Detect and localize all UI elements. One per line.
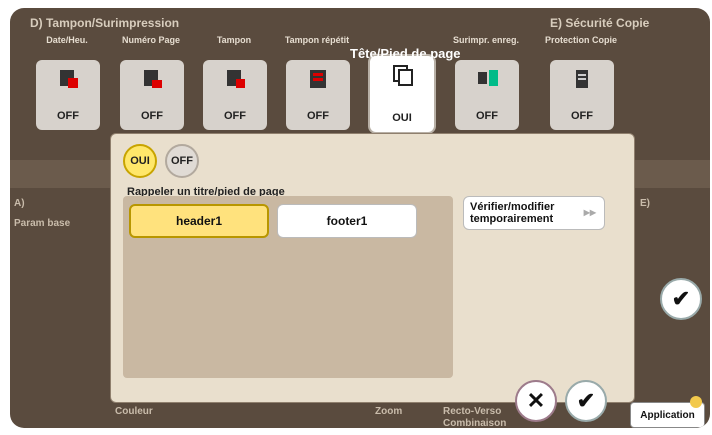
func-tete-pied-page[interactable]: OUI [362,26,440,138]
func-label: Tampon répétit [284,35,350,46]
func-protection-copie[interactable]: Protection Copie OFF [542,26,620,138]
copy-protect-icon [576,70,588,88]
func-card[interactable]: OFF [455,60,519,130]
func-label: Tampon [216,35,252,46]
recall-box: header1 footer1 [123,196,453,378]
group-e-short: E) [640,198,650,209]
stamp-date-icon [60,70,78,88]
screen: D) Tampon/Surimpression E) Sécurité Copi… [0,0,712,435]
func-numero-page[interactable]: Numéro Page OFF [112,26,190,138]
group-a-sub: Param base [14,218,71,229]
func-tampon-repetition[interactable]: Tampon répétit OFF [278,26,356,138]
func-card[interactable]: OFF [203,60,267,130]
header-footer-icon [393,65,413,86]
verify-label: Vérifier/modifier temporairement [470,201,555,226]
combinaison-label: Combinaison [443,418,507,428]
func-status: OFF [476,110,498,122]
verify-modify-button[interactable]: Vérifier/modifier temporairement ▶▶ [463,196,605,230]
overlay-icon [478,70,498,86]
func-card[interactable]: OFF [550,60,614,130]
zoom-label: Zoom [375,406,403,417]
header-footer-dialog: OUI OFF Rappeler un titre/pied de page h… [110,133,635,403]
footer1-button[interactable]: footer1 [277,204,417,238]
recto-label: Recto-Verso [443,406,502,417]
notification-dot-icon [690,396,702,408]
couleur-label: Couleur [115,406,153,417]
func-surimpr-enreg[interactable]: Surimpr. enreg. OFF [447,26,525,138]
group-a-label: A) [14,198,25,209]
func-label: Date/Heu. [46,35,88,46]
ok-button[interactable]: ✔ [565,380,607,422]
toggle-oui[interactable]: OUI [123,144,157,178]
func-card[interactable]: OFF [36,60,100,130]
confirm-bg-button[interactable]: ✔ [660,278,702,320]
func-status: OFF [571,110,593,122]
func-label: Numéro Page [121,35,181,46]
func-status: OFF [57,110,79,122]
page-number-icon [144,70,162,88]
double-chevron-right-icon: ▶▶ [583,208,596,217]
cancel-button[interactable]: ✕ [515,380,557,422]
toggle-off[interactable]: OFF [165,144,199,178]
header1-button[interactable]: header1 [129,204,269,238]
func-status: OFF [224,110,246,122]
func-status: OUI [392,112,412,124]
toggle-group: OUI OFF [123,144,199,182]
dialog-title: Tête/Pied de page [350,46,461,61]
func-status: OFF [307,110,329,122]
stamp-icon [227,70,245,88]
func-label: Protection Copie [544,35,617,46]
repeat-stamp-icon [310,70,326,88]
copy-settings-panel: D) Tampon/Surimpression E) Sécurité Copi… [10,8,710,428]
func-card[interactable]: OFF [286,60,350,130]
func-status: OFF [141,110,163,122]
func-card-selected[interactable]: OUI [370,56,434,132]
func-tampon[interactable]: Tampon OFF [195,26,273,138]
func-date-heure[interactable]: Date/Heu. OFF [28,26,106,138]
func-card[interactable]: OFF [120,60,184,130]
